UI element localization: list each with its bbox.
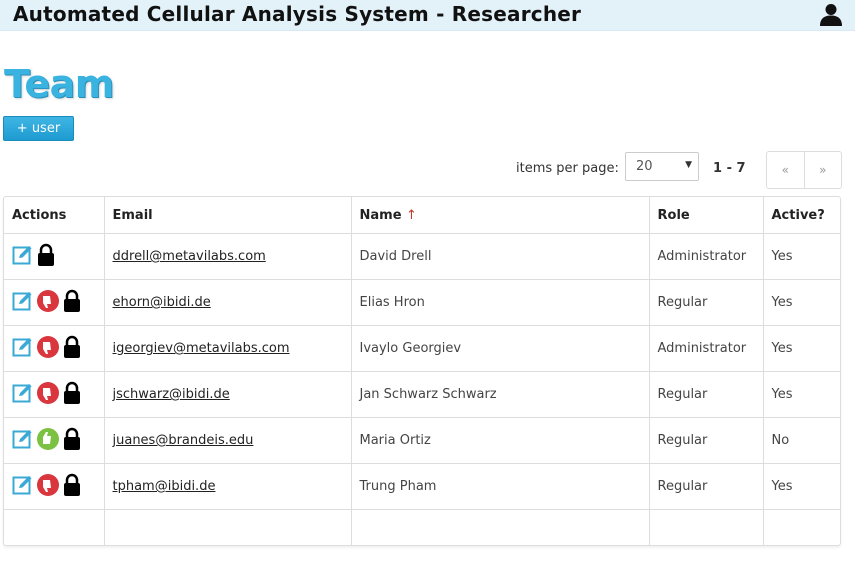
lock-icon[interactable] <box>62 427 82 455</box>
table-row: jschwarz@ibidi.de Jan Schwarz Schwarz Regu… <box>4 371 840 418</box>
email-cell: jschwarz@ibidi.de <box>104 371 352 418</box>
row-actions <box>4 371 105 418</box>
table-header-row: Actions Email Name ↑ Role Active? <box>4 197 840 234</box>
items-per-page-value: 20 <box>636 159 653 174</box>
sort-asc-icon: ↑ <box>406 207 417 223</box>
email-cell: ehorn@ibidi.de <box>104 279 352 326</box>
next-page-button[interactable]: » <box>803 152 842 188</box>
role-cell: Regular <box>649 279 764 326</box>
prev-page-button[interactable]: « <box>767 152 804 188</box>
name-cell: Jan Schwarz Schwarz <box>351 371 650 418</box>
column-header-name-label: Name <box>359 207 402 223</box>
column-header-name[interactable]: Name ↑ <box>351 197 650 234</box>
email-cell: juanes@brandeis.edu <box>104 417 352 464</box>
active-cell: No <box>763 417 840 464</box>
name-cell: Ivaylo Georgiev <box>351 325 650 372</box>
page-range: 1 - 7 <box>713 161 746 176</box>
page-title: Team <box>4 62 114 106</box>
lock-icon[interactable] <box>62 473 82 501</box>
email-cell: tpham@ibidi.de <box>104 463 352 510</box>
activate-icon[interactable] <box>36 427 60 455</box>
column-header-email[interactable]: Email <box>104 197 352 234</box>
app-header: Automated Cellular Analysis System - Res… <box>0 0 855 31</box>
name-cell: Trung Pham <box>351 463 650 510</box>
role-cell: Regular <box>649 371 764 418</box>
row-actions <box>4 325 105 372</box>
lock-icon[interactable] <box>62 289 82 317</box>
active-cell: Yes <box>763 279 840 326</box>
email-link[interactable]: juanes@brandeis.edu <box>113 433 254 448</box>
row-actions <box>4 279 105 326</box>
email-link[interactable]: igeorgiev@metavilabs.com <box>113 341 290 356</box>
name-cell: David Drell <box>351 233 650 280</box>
row-actions <box>4 463 105 510</box>
deactivate-icon[interactable] <box>36 473 60 501</box>
column-header-actions: Actions <box>4 197 105 234</box>
email-link[interactable]: ehorn@ibidi.de <box>113 295 211 310</box>
row-actions <box>4 417 105 464</box>
app-title: Automated Cellular Analysis System - Res… <box>13 2 582 26</box>
column-header-active[interactable]: Active? <box>763 197 840 234</box>
deactivate-icon[interactable] <box>36 335 60 363</box>
edit-icon[interactable] <box>12 428 34 454</box>
active-cell: Yes <box>763 463 840 510</box>
empty-row <box>4 509 840 545</box>
table-row: juanes@brandeis.edu Maria Ortiz Regular No <box>4 417 840 464</box>
active-cell: Yes <box>763 233 840 280</box>
active-cell: Yes <box>763 371 840 418</box>
role-cell: Administrator <box>649 233 764 280</box>
column-header-role[interactable]: Role <box>649 197 764 234</box>
table-row: ehorn@ibidi.de Elias Hron Regular Yes <box>4 279 840 326</box>
items-per-page-label: items per page: <box>516 161 619 176</box>
role-cell: Regular <box>649 463 764 510</box>
name-cell: Maria Ortiz <box>351 417 650 464</box>
add-user-button[interactable]: + user <box>3 116 74 141</box>
lock-icon[interactable] <box>62 381 82 409</box>
team-table: Actions Email Name ↑ Role Active? ddrell… <box>3 196 841 546</box>
email-link[interactable]: tpham@ibidi.de <box>113 479 216 494</box>
lock-icon[interactable] <box>36 243 56 271</box>
active-cell: Yes <box>763 325 840 372</box>
role-cell: Regular <box>649 417 764 464</box>
table-row: tpham@ibidi.de Trung Pham Regular Yes <box>4 463 840 510</box>
edit-icon[interactable] <box>12 382 34 408</box>
edit-icon[interactable] <box>12 336 34 362</box>
edit-icon[interactable] <box>12 474 34 500</box>
email-link[interactable]: jschwarz@ibidi.de <box>113 387 230 402</box>
role-cell: Administrator <box>649 325 764 372</box>
items-per-page-select[interactable]: 20 ▼ <box>625 152 699 181</box>
email-cell: igeorgiev@metavilabs.com <box>104 325 352 372</box>
email-cell: ddrell@metavilabs.com <box>104 233 352 280</box>
table-row: igeorgiev@metavilabs.com Ivaylo Georgiev A… <box>4 325 840 372</box>
deactivate-icon[interactable] <box>36 381 60 409</box>
row-actions <box>4 233 105 280</box>
name-cell: Elias Hron <box>351 279 650 326</box>
edit-icon[interactable] <box>12 244 34 270</box>
email-link[interactable]: ddrell@metavilabs.com <box>113 249 266 264</box>
edit-icon[interactable] <box>12 290 34 316</box>
pagination: « » <box>766 151 842 189</box>
lock-icon[interactable] <box>62 335 82 363</box>
user-icon[interactable] <box>819 2 843 26</box>
caret-down-icon: ▼ <box>685 160 692 170</box>
table-row: ddrell@metavilabs.com David Drell Administ… <box>4 233 840 280</box>
deactivate-icon[interactable] <box>36 289 60 317</box>
